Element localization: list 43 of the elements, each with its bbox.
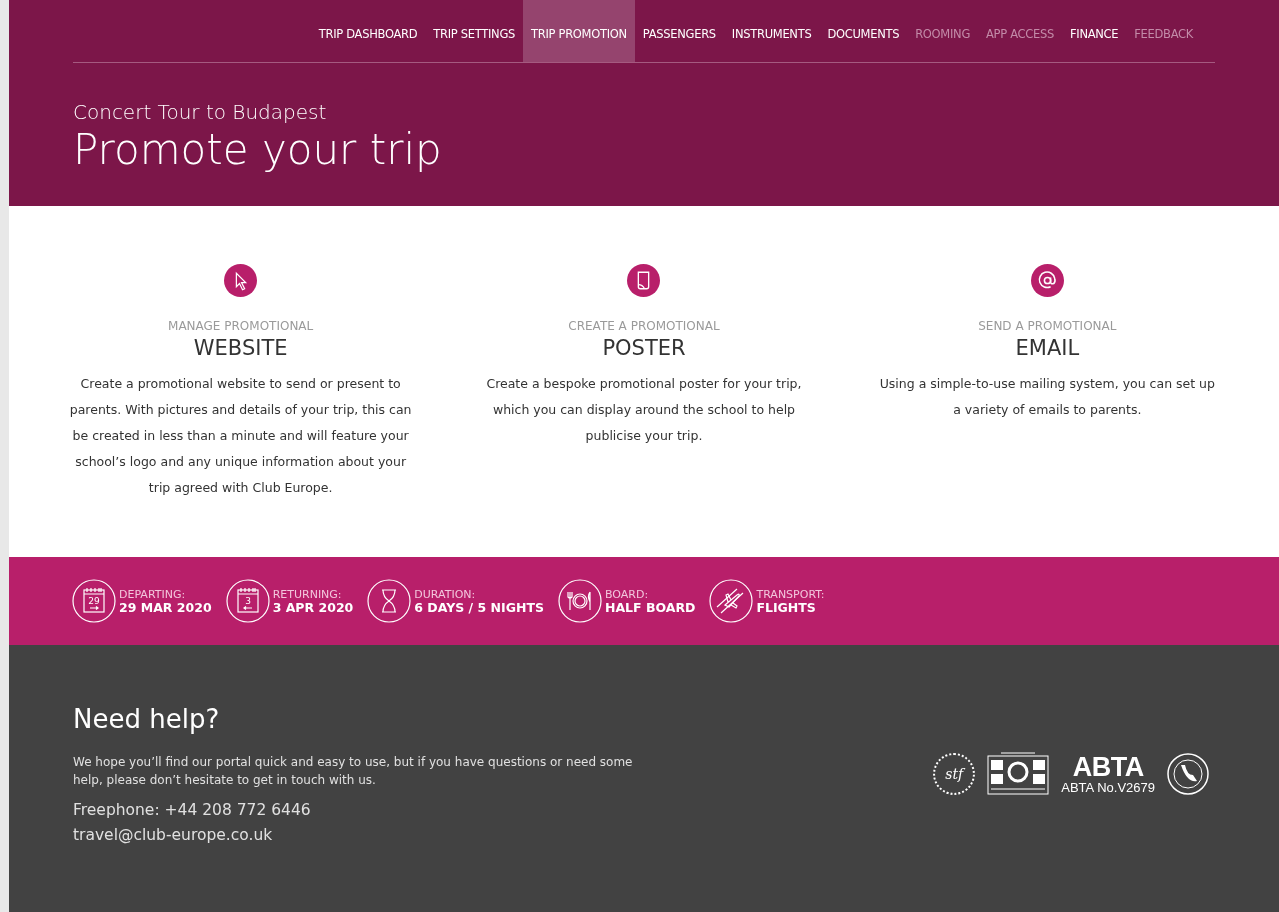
stf-badge: stf	[933, 753, 976, 795]
nav-tab[interactable]: INSTRUMENTS	[723, 0, 820, 62]
info-label: BOARD:	[604, 588, 650, 601]
help-text: We hope you’ll find our portal quick and easy to use, but if you have questions or need some help, please don’t hesitate to get in touch with us.	[73, 754, 633, 789]
email-icon	[1030, 264, 1064, 297]
nav-tab[interactable]: TRIP SETTINGS	[425, 0, 523, 62]
feature-overline: MANAGE PROMOTIONAL	[168, 318, 314, 335]
protected-seal-icon	[1167, 753, 1209, 795]
nav-tab[interactable]: TRIP DASHBOARD	[310, 0, 426, 62]
email-link[interactable]: travel@club-europe.co.uk	[73, 824, 633, 848]
info-value: 6 DAYS / 5 NIGHTS	[414, 601, 544, 614]
hourglass-icon	[367, 579, 412, 623]
nav-tab[interactable]: DOCUMENTS	[819, 0, 908, 62]
trip-name: Concert Tour to Budapest	[73, 99, 328, 126]
nav-tab[interactable]: PASSENGERS	[634, 0, 724, 62]
feature-description: Create a promotional website to send or present to parents. With pictures and details of your trip, this can be created in less than a minute and will feature your school’s logo and any unique information about your trip agreed with Club Europe.	[68, 375, 413, 497]
feature-description: Create a bespoke promotional poster for your trip, which you can display around the school to help publicise your trip.	[485, 375, 803, 445]
feature-title: EMAIL	[1015, 335, 1080, 361]
page-title: Promote your trip	[73, 127, 443, 173]
info-label: DEPARTING:	[119, 588, 187, 601]
info-value: 3 APR 2020	[272, 601, 354, 614]
quality-badge-logo	[987, 752, 1050, 796]
calendar-icon: 3	[225, 579, 270, 623]
cursor-icon	[224, 264, 258, 297]
feature-title: POSTER	[602, 335, 686, 361]
info-label: RETURNING:	[272, 588, 343, 601]
nav-tab[interactable]: FINANCE	[1062, 0, 1127, 62]
info-value: 29 MAR 2020	[119, 601, 212, 614]
calendar-icon: 29	[72, 579, 116, 623]
info-label: TRANSPORT:	[756, 588, 825, 601]
help-title: Need help?	[73, 703, 221, 736]
plate-icon	[557, 579, 602, 623]
feature-overline: SEND A PROMOTIONAL	[978, 318, 1117, 335]
phone-number: Freephone: +44 208 772 6446	[73, 800, 312, 821]
abta-logo: ABTA ABTA No.V2679	[1061, 754, 1155, 794]
poster-icon	[627, 264, 661, 297]
info-value: HALF BOARD	[604, 601, 696, 614]
feature-description: Using a simple-to-use mailing system, you can set up a variety of emails to parents.	[878, 375, 1216, 419]
info-value: FLIGHTS	[756, 601, 817, 614]
info-label: DURATION:	[414, 588, 477, 601]
feature-title: WEBSITE	[193, 335, 288, 361]
nav-tab[interactable]: TRIP PROMOTION	[523, 0, 635, 62]
feature-overline: CREATE A PROMOTIONAL	[568, 318, 720, 335]
